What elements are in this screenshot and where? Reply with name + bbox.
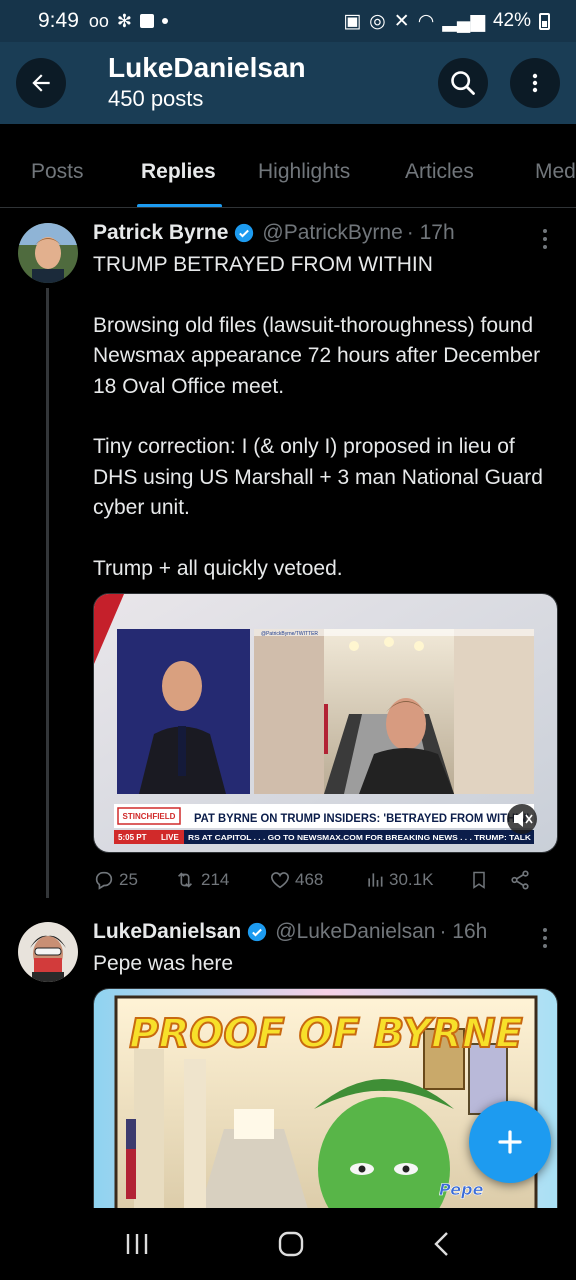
tweet-time: · 17h bbox=[406, 221, 455, 244]
status-time: 9:49 bbox=[38, 9, 79, 32]
more-notifications-icon bbox=[162, 18, 168, 24]
lock-icon: ▣ bbox=[343, 10, 362, 32]
tab-media[interactable]: Med bbox=[535, 160, 576, 184]
bookmark-icon bbox=[473, 871, 485, 889]
verified-badge-icon bbox=[248, 922, 267, 942]
status-bar: 9:49 oo ✻ ▣ ◎ ✕ ◠ ▂▄▆ 42% bbox=[0, 0, 576, 42]
tab-articles[interactable]: Articles bbox=[405, 160, 474, 184]
video-ticker: RS AT CAPITOL . . . GO TO NEWSMAX.COM FO… bbox=[188, 833, 532, 842]
wifi-icon: ◠ bbox=[417, 10, 435, 32]
home-icon[interactable] bbox=[278, 1231, 304, 1257]
verified-badge-icon bbox=[235, 223, 254, 243]
live-label: LIVE bbox=[161, 833, 179, 842]
avatar[interactable] bbox=[18, 223, 78, 283]
tweet-text: TRUMP BETRAYED FROM WITHIN Browsing old … bbox=[93, 253, 543, 581]
post-count: 450 posts bbox=[108, 86, 204, 111]
author-handle[interactable]: @PatrickByrne bbox=[262, 221, 402, 245]
search-icon bbox=[451, 71, 475, 95]
like-icon bbox=[270, 872, 290, 889]
battery-icon bbox=[539, 12, 550, 30]
repost-icon bbox=[177, 872, 193, 888]
avatar[interactable] bbox=[18, 922, 78, 982]
reply-icon bbox=[95, 871, 113, 890]
author-name[interactable]: Patrick Byrne bbox=[93, 221, 228, 245]
settings-gear-icon: ✻ bbox=[116, 10, 132, 31]
like-button[interactable]: 468 bbox=[269, 869, 365, 891]
bookmark-button[interactable] bbox=[469, 869, 509, 891]
compose-button[interactable] bbox=[469, 1101, 551, 1183]
author-handle[interactable]: @LukeDanielsan bbox=[275, 920, 435, 944]
tweet-video[interactable]: @PatrickByrne/TWITTER STINCHFIELD PAT BY… bbox=[93, 593, 558, 853]
video-headline: PAT BYRNE ON TRUMP INSIDERS: 'BETRAYED F… bbox=[194, 813, 529, 825]
back-arrow-icon bbox=[32, 74, 50, 92]
more-options-button[interactable] bbox=[510, 58, 560, 108]
repost-button[interactable]: 214 bbox=[173, 869, 269, 891]
system-back-icon[interactable] bbox=[432, 1231, 452, 1257]
profile-tabs: Posts Replies Highlights Articles Med bbox=[0, 124, 576, 208]
views-icon bbox=[368, 873, 383, 887]
author-name[interactable]: LukeDanielsan bbox=[93, 920, 241, 944]
tab-replies[interactable]: Replies bbox=[141, 160, 216, 184]
tweet-more-icon[interactable] bbox=[540, 928, 550, 948]
share-icon bbox=[511, 870, 529, 890]
share-button[interactable] bbox=[509, 869, 531, 891]
more-vertical-icon bbox=[532, 73, 538, 93]
tweet-more-icon[interactable] bbox=[540, 229, 550, 249]
video-thumbnail: @PatrickByrne/TWITTER STINCHFIELD PAT BY… bbox=[94, 594, 557, 852]
thread-line bbox=[46, 288, 49, 898]
repost-count: 214 bbox=[201, 870, 230, 889]
profile-header: LukeDanielsan 450 posts bbox=[0, 42, 576, 124]
search-button[interactable] bbox=[438, 58, 488, 108]
signal-icon: ▂▄▆ bbox=[442, 10, 485, 32]
system-nav-bar bbox=[0, 1208, 576, 1280]
reply-count: 25 bbox=[119, 870, 138, 889]
alarm-icon: ◎ bbox=[369, 10, 386, 32]
profile-name: LukeDanielsan bbox=[108, 52, 306, 83]
voicemail-icon: oo bbox=[88, 10, 109, 31]
tweet-time: · 16h bbox=[439, 920, 488, 943]
video-watermark: @PatrickByrne/TWITTER bbox=[261, 631, 318, 637]
mute-video-button[interactable] bbox=[507, 804, 537, 834]
recent-apps-icon[interactable] bbox=[124, 1232, 150, 1256]
graffiti-text: PROOF OF BYRNE bbox=[129, 1011, 523, 1057]
battery-percent: 42% bbox=[492, 10, 531, 31]
notification-icons: oo ✻ bbox=[89, 11, 168, 32]
view-count: 30.1K bbox=[389, 870, 434, 889]
views-button[interactable]: 30.1K bbox=[365, 870, 469, 890]
like-count: 468 bbox=[295, 870, 324, 889]
video-clock: 5:05 PT bbox=[118, 833, 147, 842]
reply-button[interactable]: 25 bbox=[93, 869, 173, 891]
mute-icon: ✕ bbox=[393, 10, 410, 32]
compose-plus-icon bbox=[498, 1130, 522, 1154]
system-icons: ▣ ◎ ✕ ◠ ▂▄▆ 42% bbox=[343, 10, 550, 33]
back-button[interactable] bbox=[16, 58, 66, 108]
tweet-author-row: LukeDanielsan @LukeDanielsan · 16h bbox=[93, 920, 487, 944]
tweet-author-row: Patrick Byrne @PatrickByrne · 17h bbox=[93, 221, 455, 245]
tweet-text: Pepe was here bbox=[93, 952, 234, 975]
tab-highlights[interactable]: Highlights bbox=[258, 160, 350, 184]
show-logo: STINCHFIELD bbox=[123, 812, 176, 821]
gallery-icon bbox=[140, 14, 154, 28]
pepe-tag: Pepe bbox=[439, 1180, 484, 1199]
tab-posts[interactable]: Posts bbox=[31, 160, 84, 184]
tweet-actions: 25 214 468 30.1K bbox=[93, 865, 553, 895]
tweet-patrick-byrne[interactable]: Patrick Byrne @PatrickByrne · 17h TRUMP … bbox=[0, 208, 576, 908]
